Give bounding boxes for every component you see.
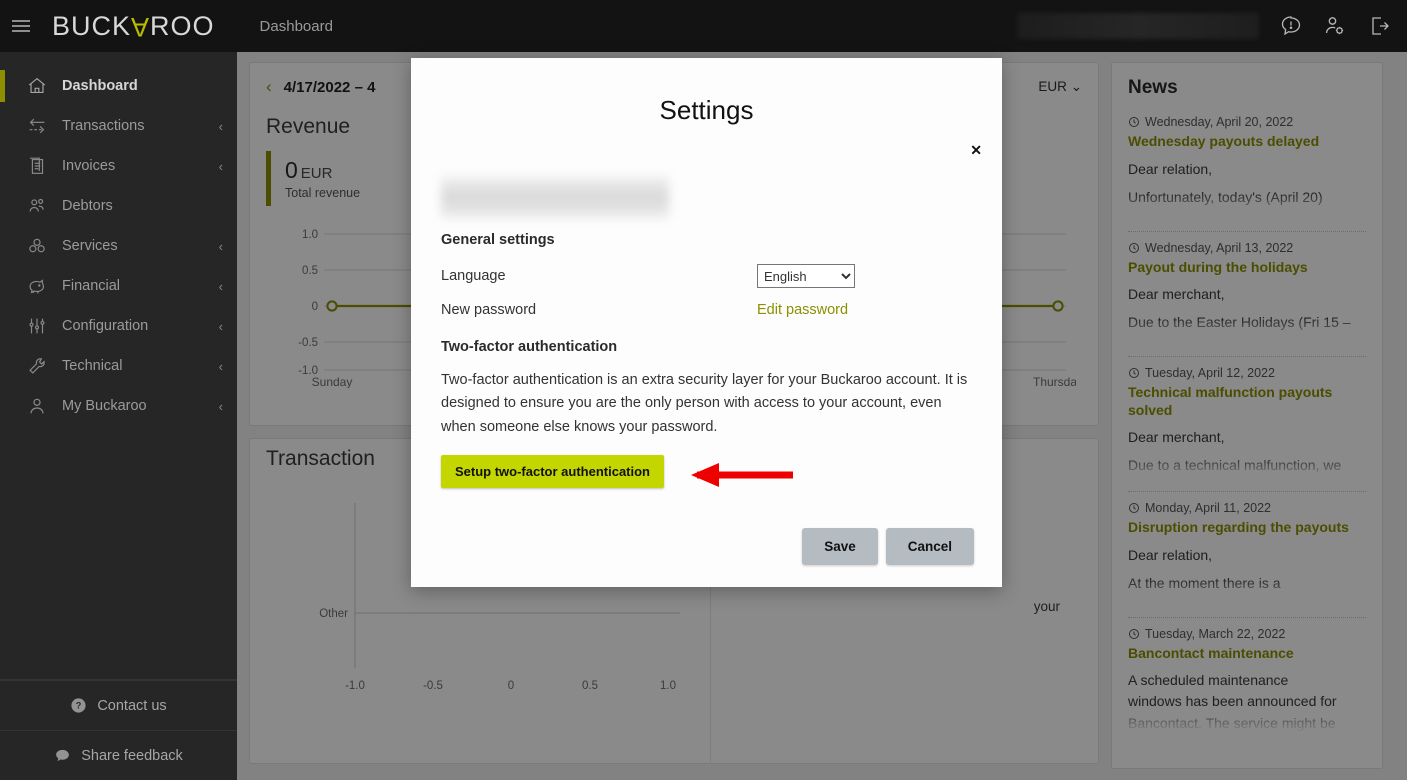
save-button[interactable]: Save: [802, 528, 878, 565]
sidebar-item-services[interactable]: Services ‹: [0, 226, 237, 266]
share-feedback-label: Share feedback: [81, 747, 183, 764]
sidebar: Dashboard Transactions ‹ Invoices ‹ Debt…: [0, 52, 237, 780]
share-feedback-button[interactable]: Share feedback: [0, 730, 237, 780]
account-settings-icon[interactable]: [1323, 14, 1347, 38]
setup-two-factor-authentication-button[interactable]: Setup two-factor authentication: [441, 455, 664, 489]
transactions-icon: [26, 115, 48, 137]
logo-inverted-a: A: [131, 11, 151, 42]
modal-actions: Save Cancel: [802, 528, 974, 565]
home-icon: [26, 75, 48, 97]
language-select[interactable]: English: [757, 264, 855, 288]
sidebar-item-dashboard[interactable]: Dashboard: [0, 66, 237, 106]
sidebar-item-label: Technical: [62, 358, 123, 374]
close-icon[interactable]: ✕: [970, 143, 982, 157]
chevron-left-icon: ‹: [218, 358, 223, 374]
general-settings-heading: General settings: [441, 232, 555, 248]
sidebar-item-label: Configuration: [62, 318, 149, 334]
sidebar-item-transactions[interactable]: Transactions ‹: [0, 106, 237, 146]
support-icon[interactable]: [1279, 14, 1303, 38]
sidebar-item-label: Financial: [62, 278, 121, 294]
cancel-button[interactable]: Cancel: [885, 528, 974, 565]
redacted-account-name: [441, 176, 669, 218]
language-label: Language: [441, 268, 506, 284]
sidebar-item-label: My Buckaroo: [62, 398, 147, 414]
modal-body: General settings Language English New pa…: [411, 126, 1002, 489]
password-row: New password Edit password: [441, 301, 972, 319]
svg-text:?: ?: [76, 701, 82, 711]
logo-prefix: BUCK: [52, 10, 132, 41]
chevron-left-icon: ‹: [218, 278, 223, 294]
debtors-icon: [26, 195, 48, 217]
services-icon: [26, 235, 48, 257]
red-arrow-annotation: [691, 463, 793, 487]
buckaroo-logo[interactable]: BUCKAROO: [52, 11, 215, 42]
language-row: Language English: [441, 264, 972, 288]
wrench-icon: [26, 355, 48, 377]
sidebar-item-my-buckaroo[interactable]: My Buckaroo ‹: [0, 386, 237, 426]
sidebar-item-debtors[interactable]: Debtors: [0, 186, 237, 226]
redacted-account-field[interactable]: [1017, 13, 1259, 39]
menu-toggle-icon[interactable]: [12, 17, 30, 35]
chevron-left-icon: ‹: [218, 398, 223, 414]
invoices-icon: [26, 155, 48, 177]
user-icon: [26, 395, 48, 417]
modal-title: Settings: [659, 95, 754, 125]
sidebar-nav: Dashboard Transactions ‹ Invoices ‹ Debt…: [0, 52, 237, 679]
settings-modal: ✕ Settings General settings Language Eng…: [411, 58, 1002, 587]
sidebar-item-invoices[interactable]: Invoices ‹: [0, 146, 237, 186]
two-factor-heading: Two-factor authentication: [441, 339, 618, 355]
sliders-icon: [26, 315, 48, 337]
app-root: BUCKAROO Dashboard Dashboard Transaction…: [0, 0, 1407, 780]
page-title: Dashboard: [259, 17, 333, 35]
top-bar-actions: [1017, 13, 1407, 39]
chevron-left-icon: ‹: [218, 158, 223, 174]
sidebar-item-label: Transactions: [62, 118, 145, 134]
sidebar-item-technical[interactable]: Technical ‹: [0, 346, 237, 386]
new-password-label: New password: [441, 302, 537, 318]
chevron-left-icon: ‹: [218, 118, 223, 134]
chevron-left-icon: ‹: [218, 238, 223, 254]
piggy-bank-icon: [26, 275, 48, 297]
sidebar-item-label: Invoices: [62, 158, 116, 174]
top-bar: BUCKAROO Dashboard: [0, 0, 1407, 52]
sidebar-item-label: Dashboard: [62, 78, 138, 94]
edit-password-link[interactable]: Edit password: [757, 302, 848, 318]
question-circle-icon: ?: [70, 697, 87, 714]
sidebar-item-configuration[interactable]: Configuration ‹: [0, 306, 237, 346]
chat-bubble-icon: [54, 747, 71, 764]
contact-us-button[interactable]: ? Contact us: [0, 680, 237, 730]
logo-suffix: ROO: [150, 10, 215, 41]
sidebar-item-label: Services: [62, 238, 118, 254]
contact-us-label: Contact us: [97, 697, 167, 714]
sidebar-footer: ? Contact us Share feedback: [0, 679, 237, 780]
chevron-left-icon: ‹: [218, 318, 223, 334]
sidebar-item-label: Debtors: [62, 198, 113, 214]
sidebar-item-financial[interactable]: Financial ‹: [0, 266, 237, 306]
two-factor-description: Two-factor authentication is an extra se…: [441, 372, 968, 435]
logout-icon[interactable]: [1367, 14, 1391, 38]
